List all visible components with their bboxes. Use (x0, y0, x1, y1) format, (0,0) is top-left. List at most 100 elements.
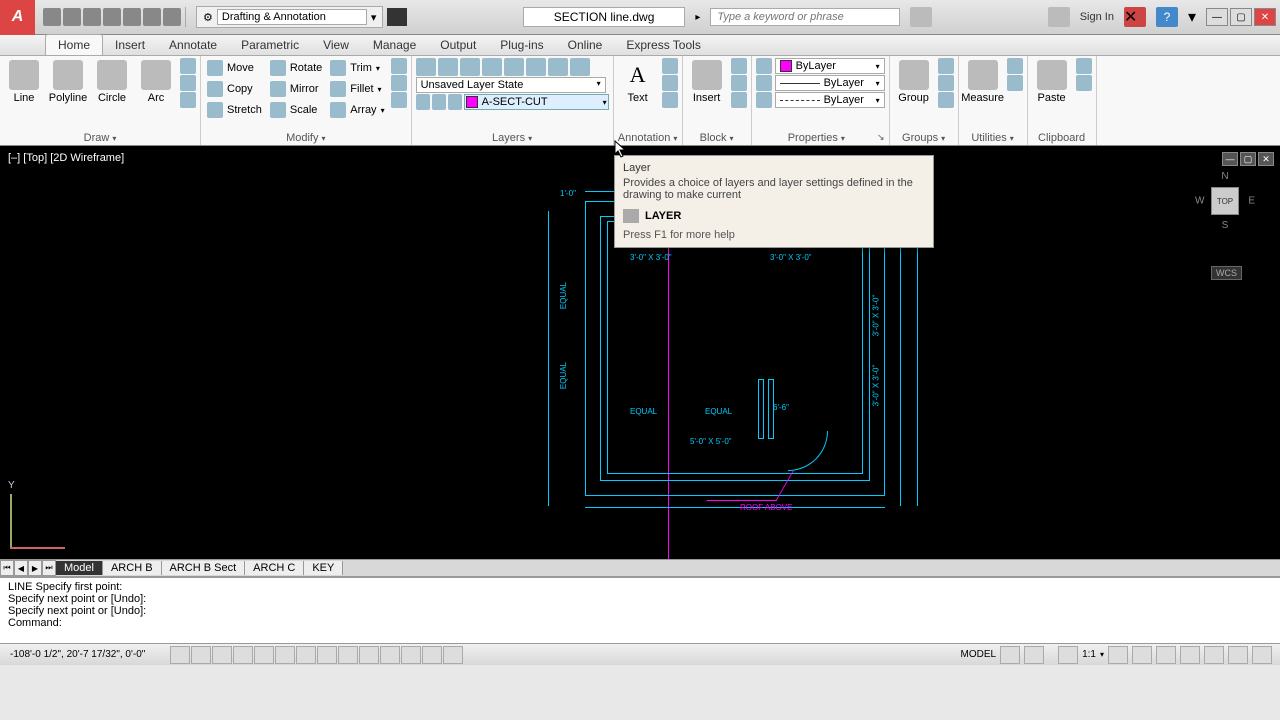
cut-icon[interactable] (1076, 58, 1092, 74)
vp-maximize-icon[interactable]: ▢ (1240, 152, 1256, 166)
workspace-menu-icon[interactable] (387, 8, 407, 26)
annoauto-icon[interactable] (1132, 646, 1152, 664)
help-icon[interactable]: ? (1156, 7, 1178, 27)
3dosnap-icon[interactable] (275, 646, 295, 664)
group-select-icon[interactable] (938, 92, 954, 108)
text-button[interactable]: AText (618, 58, 658, 104)
layer-properties-icon[interactable] (416, 58, 436, 76)
layer-isolate-icon[interactable] (460, 58, 480, 76)
lwt-icon[interactable] (359, 646, 379, 664)
erase-icon[interactable] (391, 58, 407, 74)
tab-plugins[interactable]: Plug-ins (488, 35, 555, 55)
vp-minimize-icon[interactable]: — (1222, 152, 1238, 166)
tab-annotate[interactable]: Annotate (157, 35, 229, 55)
select-all-icon[interactable] (1007, 58, 1023, 74)
layout-next-icon[interactable]: ▶ (28, 560, 42, 576)
layer-match-icon[interactable] (570, 58, 590, 76)
create-block-icon[interactable] (731, 58, 747, 74)
layer-dropdown[interactable]: A-SECT-CUT ▾ (464, 94, 609, 110)
rotate-button[interactable]: Rotate (268, 58, 324, 78)
coordinates[interactable]: -108'-0 1/2", 20'-7 17/32", 0'-0" (0, 649, 170, 660)
layout-tab-key[interactable]: KEY (304, 561, 343, 575)
panel-properties-label[interactable]: Properties▾↘ (756, 131, 885, 145)
ducs-icon[interactable] (317, 646, 337, 664)
command-line[interactable]: LINE Specify first point: Specify next p… (0, 577, 1280, 643)
search-input[interactable] (710, 8, 900, 26)
qp-icon[interactable] (401, 646, 421, 664)
tab-output[interactable]: Output (428, 35, 488, 55)
arc-button[interactable]: Arc (136, 58, 176, 104)
open-icon[interactable] (63, 8, 81, 26)
insert-button[interactable]: Insert (687, 58, 727, 104)
viewport-label[interactable]: [–] [Top] [2D Wireframe] (8, 152, 124, 164)
dyn-icon[interactable] (338, 646, 358, 664)
move-button[interactable]: Move (205, 58, 264, 78)
search-icon[interactable] (910, 7, 932, 27)
layer-freeze-icon[interactable] (482, 58, 502, 76)
panel-clipboard-label[interactable]: Clipboard (1032, 131, 1092, 145)
osnap-icon[interactable] (254, 646, 274, 664)
panel-draw-label[interactable]: Draw▾ (4, 131, 196, 145)
maximize-button[interactable]: ▢ (1230, 8, 1252, 26)
measure-button[interactable]: Measure (963, 58, 1003, 104)
tab-parametric[interactable]: Parametric (229, 35, 311, 55)
model-icon[interactable] (1000, 646, 1020, 664)
layer-lock-icon[interactable] (526, 58, 546, 76)
rectangle-icon[interactable] (180, 58, 196, 74)
annoscale-icon[interactable] (1058, 646, 1078, 664)
tab-express[interactable]: Express Tools (614, 35, 712, 55)
wcs-label[interactable]: WCS (1211, 266, 1242, 280)
lineweight-icon[interactable] (756, 75, 772, 91)
layout-tab-archb[interactable]: ARCH B (103, 561, 162, 575)
array-button[interactable]: Array▾ (328, 100, 386, 120)
polyline-button[interactable]: Polyline (48, 58, 88, 104)
layer-thaw-icon[interactable] (432, 94, 446, 110)
layer-state-dropdown[interactable]: Unsaved Layer State ▾ (416, 77, 606, 93)
workspace-switcher[interactable]: ⚙ Drafting & Annotation ▾ (196, 6, 383, 28)
line-button[interactable]: Line (4, 58, 44, 104)
toolbar-lock-icon[interactable] (1180, 646, 1200, 664)
close-button[interactable]: ✕ (1254, 8, 1276, 26)
app-icon[interactable]: A (0, 0, 35, 35)
model-space-label[interactable]: MODEL (961, 649, 997, 660)
lineweight-dropdown[interactable]: ByLayer▾ (775, 75, 885, 91)
signin-link[interactable]: Sign In (1080, 11, 1114, 23)
offset-icon[interactable] (391, 92, 407, 108)
layer-states-icon[interactable] (438, 58, 458, 76)
polar-icon[interactable] (233, 646, 253, 664)
circle-button[interactable]: Circle (92, 58, 132, 104)
new-icon[interactable] (43, 8, 61, 26)
color-dropdown[interactable]: ByLayer▾ (775, 58, 885, 74)
layout-last-icon[interactable]: ⏭ (42, 560, 56, 576)
hardware-icon[interactable] (1204, 646, 1224, 664)
grid-icon[interactable] (191, 646, 211, 664)
panel-annotation-label[interactable]: Annotation▾ (618, 131, 678, 145)
mirror-button[interactable]: Mirror (268, 79, 324, 99)
snap-icon[interactable] (170, 646, 190, 664)
layout-tab-archc[interactable]: ARCH C (245, 561, 304, 575)
undo-icon[interactable] (143, 8, 161, 26)
exchange-icon[interactable]: ✕ (1124, 7, 1146, 27)
explode-icon[interactable] (391, 75, 407, 91)
panel-utilities-label[interactable]: Utilities▾ (963, 131, 1023, 145)
scale-label[interactable]: 1:1 (1082, 649, 1096, 660)
dimension-icon[interactable] (662, 58, 678, 74)
quickview-icon[interactable] (1024, 646, 1044, 664)
copy-button[interactable]: Copy (205, 79, 264, 99)
group-edit-icon[interactable] (938, 75, 954, 91)
edit-block-icon[interactable] (731, 75, 747, 91)
hatch-icon[interactable] (180, 92, 196, 108)
layer-off-icon[interactable] (504, 58, 524, 76)
copy-clip-icon[interactable] (1076, 75, 1092, 91)
isolate-icon[interactable] (1228, 646, 1248, 664)
trim-button[interactable]: Trim▾ (328, 58, 386, 78)
print-icon[interactable] (123, 8, 141, 26)
clean-screen-icon[interactable] (1252, 646, 1272, 664)
linetype-dropdown[interactable]: ByLayer▾ (775, 92, 885, 108)
save-icon[interactable] (83, 8, 101, 26)
layout-tab-archbsect[interactable]: ARCH B Sect (162, 561, 246, 575)
match-prop-icon[interactable] (756, 58, 772, 74)
edit-attr-icon[interactable] (731, 92, 747, 108)
cmd-prompt[interactable]: Command: (8, 617, 1272, 629)
table-icon[interactable] (662, 92, 678, 108)
